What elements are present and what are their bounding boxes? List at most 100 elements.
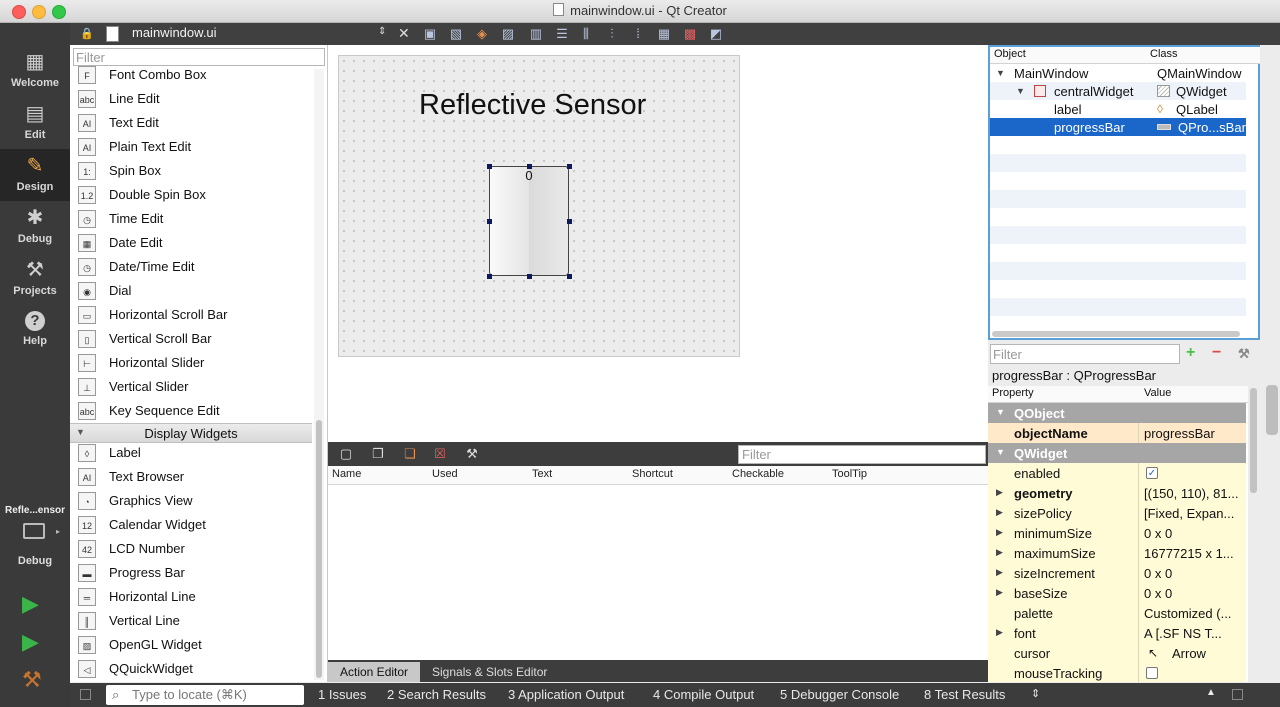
resize-handle[interactable] [567, 274, 572, 279]
resize-handle[interactable] [527, 164, 532, 169]
object-inspector-hscroll[interactable] [992, 331, 1240, 337]
property-row[interactable]: mouseTracking [988, 663, 1246, 682]
property-value[interactable]: [Fixed, Expan... [1144, 506, 1234, 521]
property-row[interactable]: objectName progressBar [988, 423, 1246, 444]
property-value[interactable]: 16777215 x 1... [1144, 546, 1234, 561]
widget-item[interactable]: AI Text Edit [70, 111, 310, 135]
edit-buddies-icon[interactable]: ◈ [474, 26, 490, 42]
widget-item[interactable]: ◔ Graphics View [70, 489, 310, 513]
mode-design[interactable]: ✎ Design [0, 149, 70, 201]
column-header[interactable]: Text [532, 468, 552, 480]
widget-item[interactable]: ◷ Date/Time Edit [70, 255, 310, 279]
widget-item[interactable]: ◊ Label [70, 441, 310, 465]
resize-handle[interactable] [567, 164, 572, 169]
pane-debugger-console[interactable]: 5 Debugger Console [780, 687, 899, 702]
resize-handle[interactable] [487, 274, 492, 279]
edit-tab-order-icon[interactable]: ▨ [500, 26, 516, 42]
column-header[interactable]: Checkable [732, 468, 784, 480]
widget-item[interactable]: ⊢ Horizontal Slider [70, 351, 310, 375]
widget-box-scroll-thumb[interactable] [316, 420, 322, 678]
configure-icon[interactable]: ⚒ [464, 446, 480, 462]
column-header[interactable]: Shortcut [632, 468, 673, 480]
property-editor-scroll-thumb[interactable] [1250, 388, 1257, 493]
adjust-size-icon[interactable]: ◩ [708, 26, 724, 42]
file-switch-chevron-icon[interactable]: ⇕ [378, 26, 386, 37]
property-value[interactable]: Customized (... [1144, 606, 1231, 621]
tree-row-label[interactable]: label ◊ QLabel [990, 100, 1246, 118]
mode-welcome[interactable]: ▦ Welcome [0, 45, 70, 97]
layout-form-icon[interactable]: ⁞ [630, 26, 646, 42]
pane-application-output[interactable]: 3 Application Output [508, 687, 624, 702]
resize-handle[interactable] [487, 219, 492, 224]
widget-item[interactable]: ▯ Vertical Scroll Bar [70, 327, 310, 351]
tree-row-progressbar[interactable]: progressBar QPro...sBar [990, 118, 1246, 136]
break-layout-icon[interactable]: ▩ [682, 26, 698, 42]
widget-item[interactable]: ◉ Dial [70, 279, 310, 303]
pane-test-results[interactable]: 8 Test Results [924, 687, 1005, 702]
property-filter-input[interactable]: Filter [990, 344, 1180, 364]
widget-item[interactable]: ║ Vertical Line [70, 609, 310, 633]
column-header[interactable]: Name [332, 468, 361, 480]
column-header[interactable]: Value [1144, 387, 1171, 399]
kit-selector[interactable]: Refle...ensor ▸ Debug [0, 501, 70, 571]
copy-action-icon[interactable]: ❐ [370, 446, 386, 462]
property-row[interactable]: ▼ QObject [988, 403, 1246, 424]
edit-signals-icon[interactable]: ▧ [448, 26, 464, 42]
property-row[interactable]: ▶ minimumSize 0 x 0 [988, 523, 1246, 544]
property-row[interactable]: enabled ✓ [988, 463, 1246, 484]
remove-property-icon[interactable]: − [1212, 344, 1221, 362]
debug-run-icon[interactable]: ▶ [22, 629, 39, 655]
build-hammer-icon[interactable]: ⚒ [22, 667, 42, 693]
toggle-sidebar-icon[interactable] [80, 689, 91, 700]
property-value[interactable]: [(150, 110), 81... [1144, 486, 1238, 501]
layout-grid-icon[interactable]: ▦ [656, 26, 672, 42]
widget-item[interactable]: ═ Horizontal Line [70, 585, 310, 609]
property-row[interactable]: palette Customized (... [988, 603, 1246, 624]
delete-action-icon[interactable]: ☒ [432, 446, 448, 462]
enabled-checkbox[interactable]: ✓ [1146, 467, 1158, 479]
widget-item[interactable]: F Font Combo Box [70, 63, 310, 87]
column-header[interactable]: Object [994, 48, 1026, 60]
pane-issues[interactable]: 1 Issues [318, 687, 366, 702]
property-value[interactable]: progressBar [1144, 426, 1215, 441]
mode-debug[interactable]: ✱ Debug [0, 201, 70, 253]
widget-item[interactable]: abc Key Sequence Edit [70, 399, 310, 423]
widget-item[interactable]: ⊥ Vertical Slider [70, 375, 310, 399]
property-row[interactable]: ▼ QWidget [988, 443, 1246, 464]
configure-wrench-icon[interactable]: ⚒ [1238, 346, 1250, 362]
maximize-output-icon[interactable]: ▲ [1206, 687, 1216, 698]
tab-action-editor[interactable]: Action Editor [328, 662, 421, 682]
widget-item[interactable]: 12 Calendar Widget [70, 513, 310, 537]
column-header[interactable]: Property [992, 387, 1034, 399]
right-scroll-thumb[interactable] [1266, 385, 1278, 435]
property-row[interactable]: ▶ font A [.SF NS T... [988, 623, 1246, 644]
open-file-name[interactable]: mainwindow.ui [132, 25, 217, 40]
property-row[interactable]: ▶ sizeIncrement 0 x 0 [988, 563, 1246, 584]
resize-handle[interactable] [567, 219, 572, 224]
mouse-tracking-checkbox[interactable] [1146, 667, 1158, 679]
layout-vertical-icon[interactable]: ☰ [554, 26, 570, 42]
widget-item[interactable]: 42 LCD Number [70, 537, 310, 561]
column-header[interactable]: Used [432, 468, 458, 480]
paste-action-icon[interactable]: ❏ [402, 446, 418, 462]
widget-item[interactable]: ▬ Progress Bar [70, 561, 310, 585]
widget-item[interactable]: abc Line Edit [70, 87, 310, 111]
locator-input[interactable]: ⌕ Type to locate (⌘K) [106, 685, 304, 705]
pane-search-results[interactable]: 2 Search Results [387, 687, 486, 702]
column-header[interactable]: ToolTip [832, 468, 867, 480]
widget-item[interactable]: ◷ Time Edit [70, 207, 310, 231]
property-row[interactable]: ▶ sizePolicy [Fixed, Expan... [988, 503, 1246, 524]
tab-signals-slots-editor[interactable]: Signals & Slots Editor [420, 662, 559, 682]
mode-edit[interactable]: ▤ Edit [0, 97, 70, 149]
widget-item[interactable]: ▦ Date Edit [70, 231, 310, 255]
action-filter-input[interactable]: Filter [738, 445, 986, 464]
column-header[interactable]: Class [1150, 48, 1178, 60]
mode-help[interactable]: ? Help [0, 305, 70, 357]
widget-item[interactable]: ▨ OpenGL Widget [70, 633, 310, 657]
run-icon[interactable]: ▶ [22, 591, 39, 617]
form-title-label[interactable]: Reflective Sensor [419, 89, 646, 122]
property-value[interactable]: 0 x 0 [1144, 586, 1172, 601]
layout-horizontal-icon[interactable]: ▥ [528, 26, 544, 42]
widget-item[interactable]: 1: Spin Box [70, 159, 310, 183]
property-value[interactable]: Arrow [1172, 646, 1206, 661]
